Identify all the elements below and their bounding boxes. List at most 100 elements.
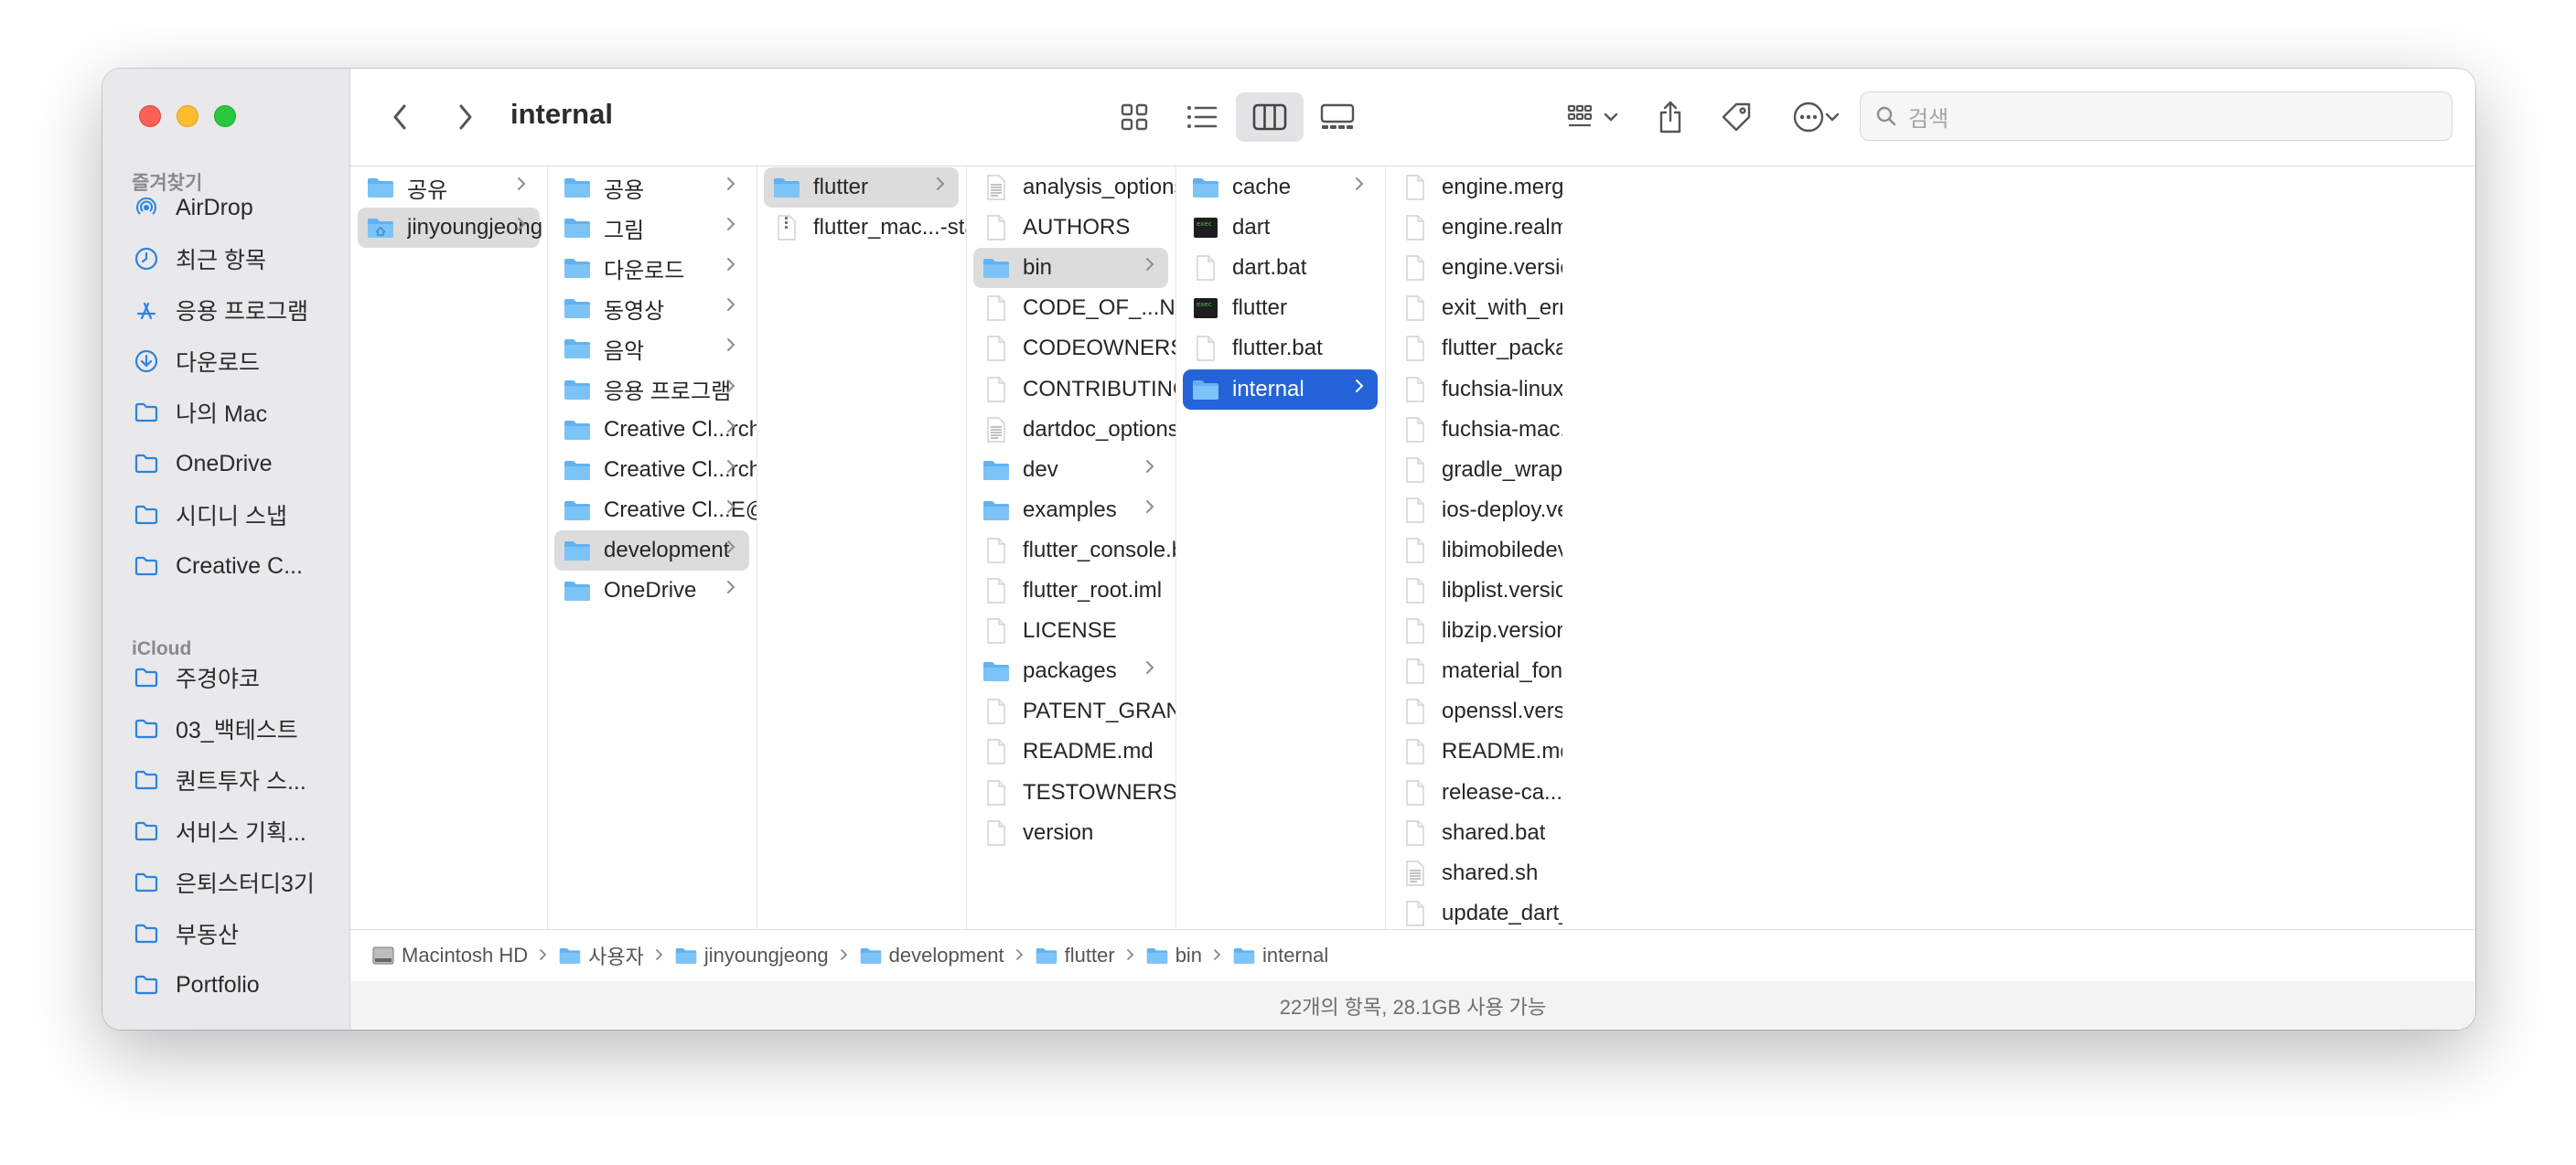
folder-row[interactable]: packages: [966, 651, 1175, 691]
file-row[interactable]: fuchsia-mac.version: [1385, 410, 1562, 450]
sidebar-item[interactable]: 나의 Mac: [102, 387, 349, 438]
path-item[interactable]: 사용자: [559, 941, 644, 970]
folder-row[interactable]: 공유: [350, 167, 547, 208]
folder-row[interactable]: 음악: [547, 328, 757, 369]
folder-row[interactable]: 공용: [547, 167, 757, 208]
more-actions-button[interactable]: [1779, 94, 1852, 140]
sidebar-item[interactable]: 다운로드: [102, 336, 349, 387]
browser-column[interactable]: flutter flutter_mac...-stable.zip: [757, 166, 967, 929]
folder-row[interactable]: 동영상: [547, 288, 757, 328]
file-row[interactable]: analysis_options.yaml: [966, 167, 1175, 208]
zoom-button[interactable]: [214, 105, 236, 127]
file-row[interactable]: TESTOWNERS: [966, 773, 1175, 813]
folder-row[interactable]: 응용 프로그램: [547, 369, 757, 410]
gallery-view-button[interactable]: [1304, 92, 1371, 142]
browser-column[interactable]: 공유 jinyoungjeong: [350, 166, 548, 929]
file-row[interactable]: version: [966, 813, 1175, 853]
folder-row[interactable]: 그림: [547, 208, 757, 248]
minimize-button[interactable]: [177, 105, 199, 127]
folder-row[interactable]: jinyoungjeong: [350, 208, 547, 249]
group-button[interactable]: [1556, 94, 1629, 140]
list-view-button[interactable]: [1168, 92, 1236, 142]
file-row[interactable]: exec flutter: [1175, 288, 1385, 328]
folder-row[interactable]: development: [547, 529, 757, 571]
file-row[interactable]: flutter_packages.ve: [1385, 328, 1562, 369]
path-item[interactable]: internal: [1233, 944, 1328, 967]
folder-row[interactable]: 다운로드: [547, 248, 757, 288]
file-row[interactable]: engine.realm: [1385, 208, 1562, 248]
sidebar-item[interactable]: 서비스 기획...: [102, 806, 349, 857]
file-row[interactable]: engine.merge_meth: [1385, 167, 1562, 208]
path-item[interactable]: Macintosh HD: [372, 944, 528, 967]
folder-row[interactable]: Creative Cl...E@AdobeID: [547, 490, 757, 530]
browser-column[interactable]: engine.merge_meth engine.realm engine.vers…: [1385, 166, 1562, 929]
folder-row[interactable]: internal: [1175, 369, 1385, 410]
sidebar-item[interactable]: 03_백테스트: [102, 703, 349, 754]
file-row[interactable]: fuchsia-linux.versio: [1385, 369, 1562, 410]
sidebar-item[interactable]: 은퇴스터디3기: [102, 857, 349, 908]
sidebar-item[interactable]: 주경야코: [102, 652, 349, 703]
file-row[interactable]: ios-deploy.version: [1385, 490, 1562, 530]
file-row[interactable]: shared.bat: [1385, 813, 1562, 853]
file-row[interactable]: CODEOWNERS: [966, 328, 1175, 369]
file-row[interactable]: flutter.bat: [1175, 328, 1385, 369]
sidebar-item[interactable]: 최근 항목: [102, 233, 349, 284]
back-button[interactable]: [381, 94, 418, 140]
browser-column[interactable]: 공용그림다운로드동영상음악응용 프로그램 Creative Cl...rchive…: [547, 166, 757, 929]
folder-row[interactable]: Creative Cl...rchived) (1): [547, 410, 757, 450]
sidebar-item[interactable]: 시디니 스냅: [102, 489, 349, 540]
file-row[interactable]: engine.version: [1385, 248, 1562, 288]
sidebar-item[interactable]: Creative C...: [102, 540, 349, 592]
folder-row[interactable]: examples: [966, 490, 1175, 530]
file-row[interactable]: README.md: [966, 732, 1175, 772]
file-row[interactable]: update_dart_sdk.ps: [1385, 893, 1562, 929]
file-row[interactable]: libimobiledevice.ver: [1385, 530, 1562, 571]
tag-button[interactable]: [1713, 94, 1759, 140]
folder-row[interactable]: cache: [1175, 167, 1385, 208]
browser-column[interactable]: analysis_options.yaml AUTHORS bin CODE_OF_.…: [966, 166, 1176, 929]
path-item[interactable]: development: [860, 944, 1004, 967]
folder-row[interactable]: Creative Cl...rchived) (2): [547, 450, 757, 490]
file-row[interactable]: release-ca...anch.ve: [1385, 773, 1562, 813]
sidebar-item[interactable]: 퀀트투자 스...: [102, 754, 349, 806]
home-folder-icon: [367, 215, 394, 240]
file-row[interactable]: dartdoc_options.yaml: [966, 410, 1175, 450]
file-row[interactable]: flutter_root.iml: [966, 571, 1175, 611]
path-item[interactable]: bin: [1146, 944, 1202, 967]
file-row[interactable]: CONTRIBUTING.md: [966, 369, 1175, 410]
file-row[interactable]: exec dart: [1175, 208, 1385, 248]
icon-view-button[interactable]: [1100, 92, 1168, 142]
folder-row[interactable]: dev: [966, 450, 1175, 490]
file-row[interactable]: LICENSE: [966, 611, 1175, 651]
folder-row[interactable]: flutter: [757, 167, 966, 208]
folder-row[interactable]: bin: [966, 248, 1175, 289]
forward-button[interactable]: [447, 94, 484, 140]
sidebar-item[interactable]: Portfolio: [102, 959, 349, 1010]
file-row[interactable]: material_fonts.versi: [1385, 651, 1562, 691]
sidebar-item[interactable]: 부동산: [102, 908, 349, 959]
file-row[interactable]: gradle_wrapper.vers: [1385, 450, 1562, 490]
file-row[interactable]: flutter_console.bat: [966, 530, 1175, 571]
file-row[interactable]: flutter_mac...-stable.zip: [757, 208, 966, 248]
path-item[interactable]: flutter: [1036, 944, 1115, 967]
sidebar-item[interactable]: 응용 프로그램: [102, 284, 349, 336]
file-row[interactable]: README.md: [1385, 732, 1562, 772]
share-button[interactable]: [1648, 94, 1693, 140]
file-row[interactable]: openssl.version: [1385, 691, 1562, 732]
file-row[interactable]: libzip.version: [1385, 611, 1562, 651]
file-row[interactable]: AUTHORS: [966, 208, 1175, 248]
file-row[interactable]: libplist.version: [1385, 571, 1562, 611]
file-row[interactable]: exit_with_errorlevel: [1385, 288, 1562, 328]
path-item[interactable]: jinyoungjeong: [675, 944, 829, 967]
search-field[interactable]: 검색: [1860, 91, 2453, 141]
file-row[interactable]: dart.bat: [1175, 248, 1385, 288]
file-row[interactable]: shared.sh: [1385, 853, 1562, 893]
column-view-button[interactable]: [1236, 92, 1304, 142]
folder-row[interactable]: OneDrive: [547, 571, 757, 611]
close-button[interactable]: [139, 105, 161, 127]
sidebar-item[interactable]: OneDrive: [102, 438, 349, 489]
sidebar-item[interactable]: AirDrop: [102, 182, 349, 233]
browser-column[interactable]: cache exec dart dart.bat exec flutter flutter.…: [1175, 166, 1386, 929]
file-row[interactable]: CODE_OF_...NDUCT.md: [966, 288, 1175, 328]
file-row[interactable]: PATENT_GRANT: [966, 691, 1175, 732]
